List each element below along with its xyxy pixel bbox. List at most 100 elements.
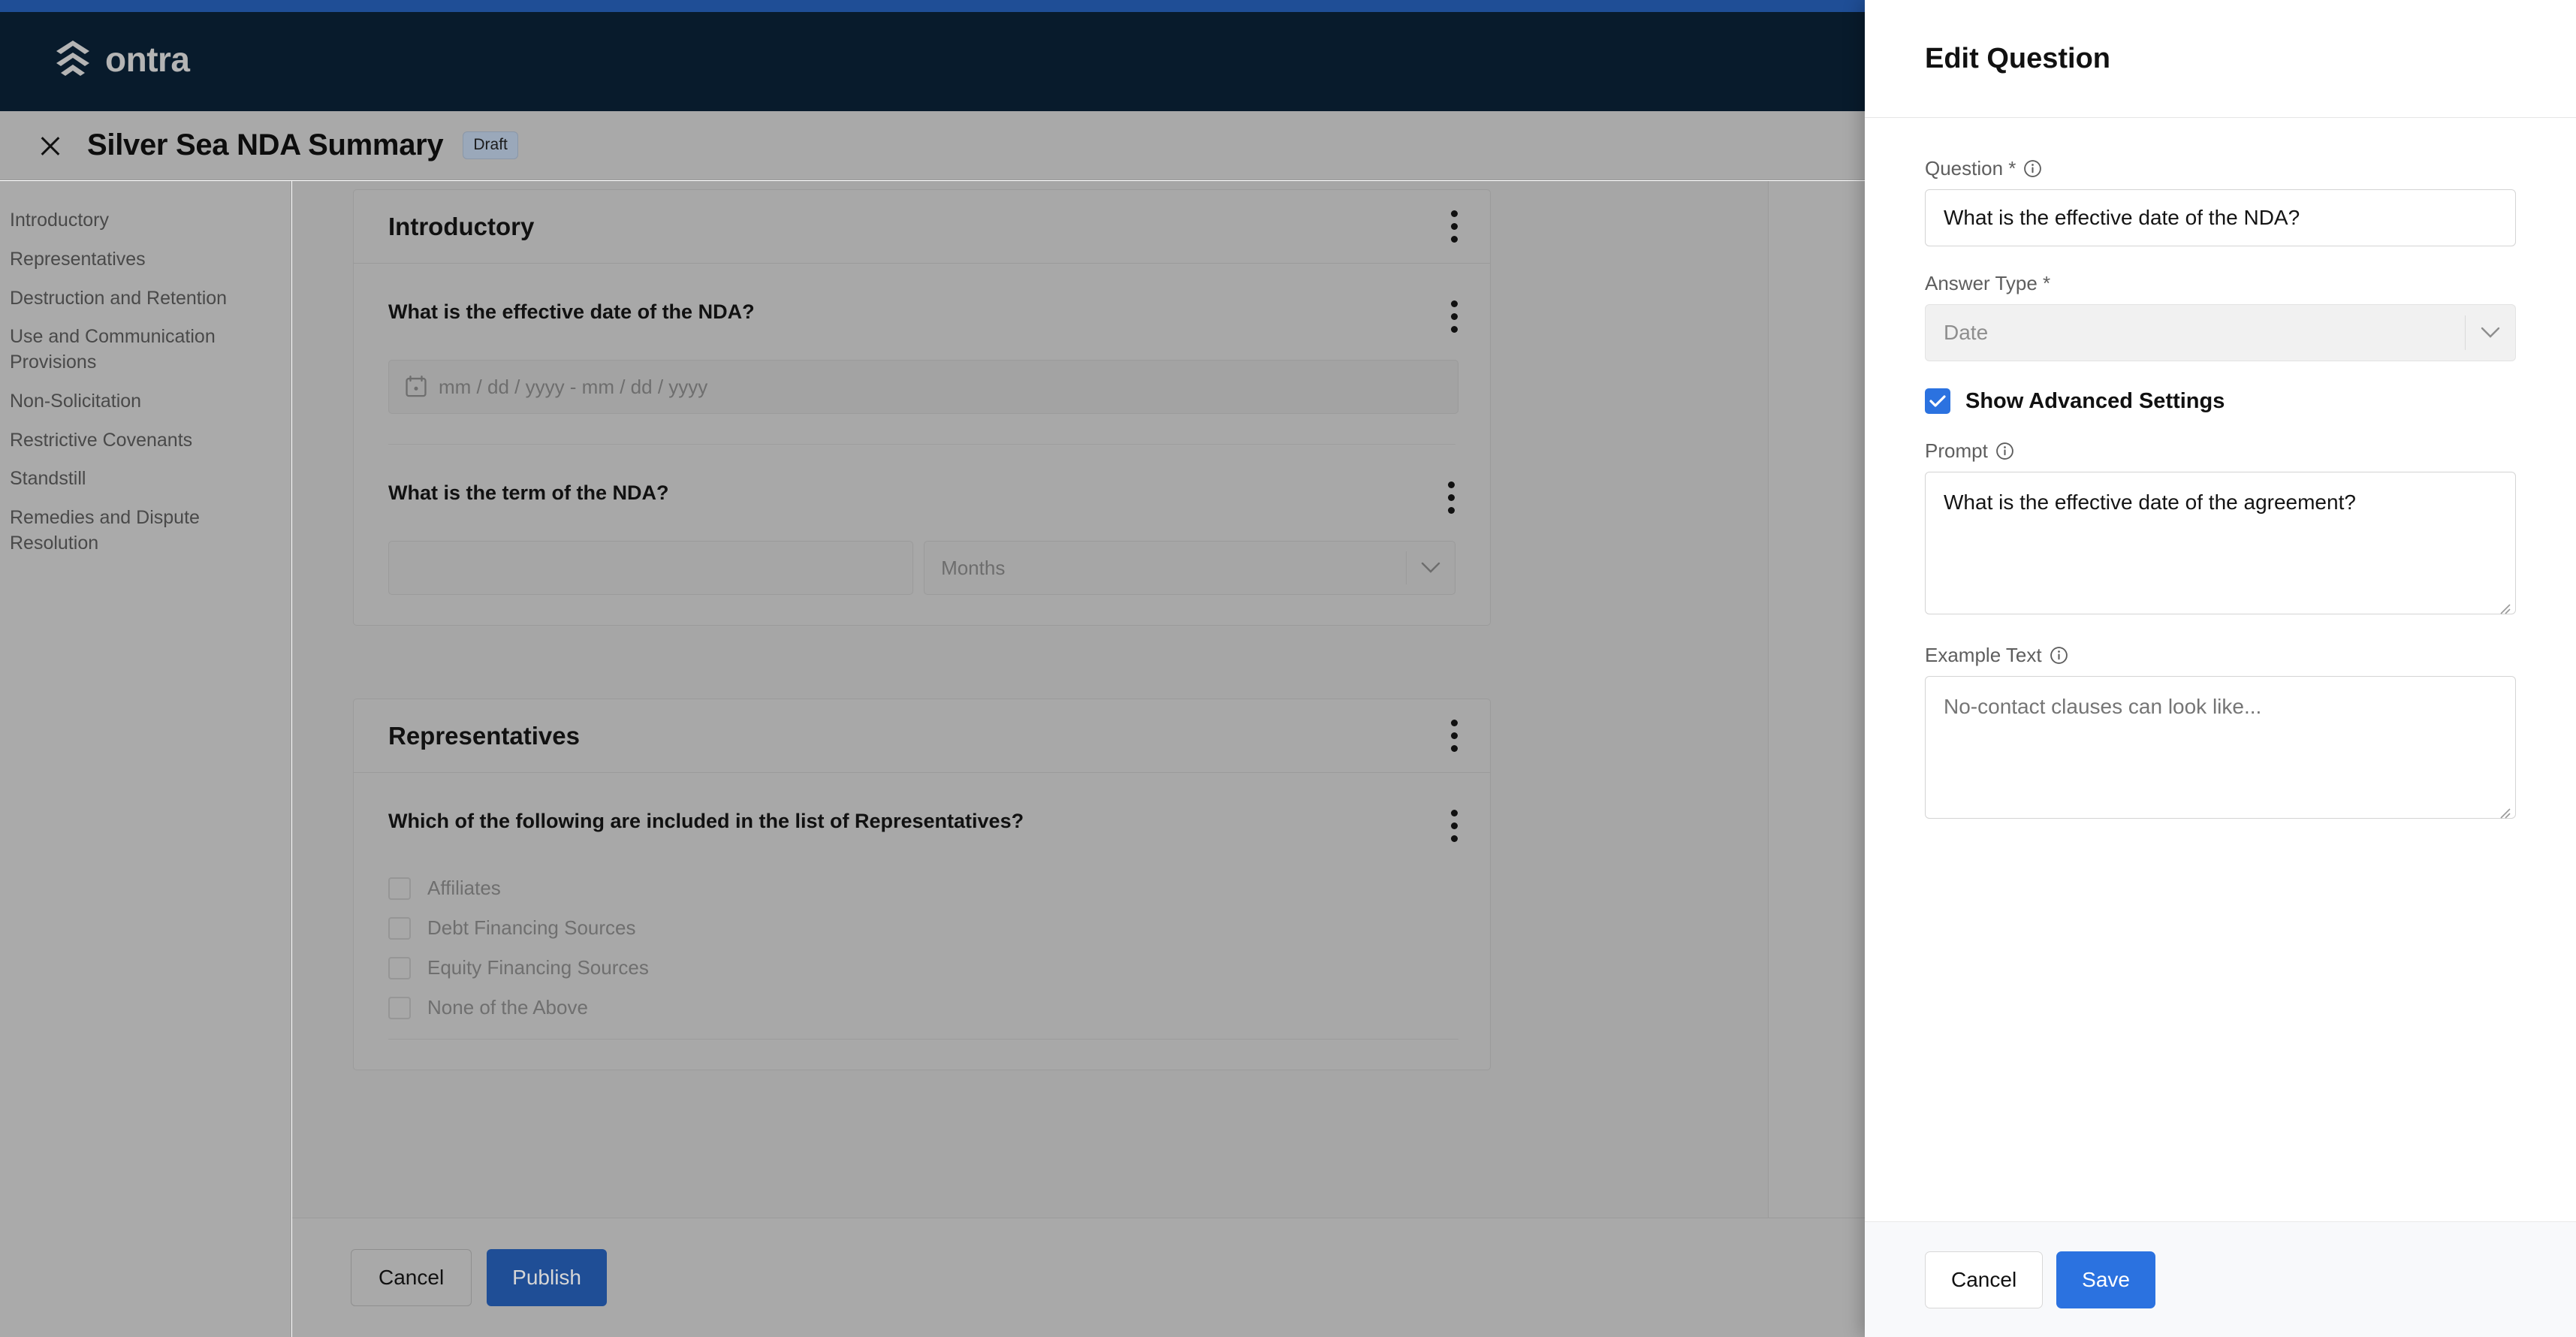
sidebar-item-introductory[interactable]: Introductory: [0, 208, 291, 234]
section-card-header: Representatives: [354, 699, 1490, 773]
resize-grip-icon[interactable]: [2496, 804, 2511, 819]
question-menu-icon[interactable]: [1451, 809, 1458, 844]
checkbox-checked-icon: [1925, 388, 1950, 414]
status-badge: Draft: [463, 131, 518, 159]
checkbox-row-equity-financing-sources[interactable]: Equity Financing Sources: [388, 956, 1458, 979]
checkbox-row-affiliates[interactable]: Affiliates: [388, 877, 1458, 900]
checkbox-label: Equity Financing Sources: [427, 956, 649, 979]
answer-type-label: Answer Type *: [1925, 272, 2050, 295]
question-menu-icon[interactable]: [1448, 481, 1455, 515]
term-unit-select[interactable]: Months: [924, 541, 1455, 595]
checkbox-icon: [388, 957, 411, 979]
question-block-representatives-list: Which of the following are included in t…: [354, 773, 1490, 1070]
question-menu-icon[interactable]: [1451, 300, 1458, 334]
edit-question-drawer: Edit Question Question * Answer Typ: [1865, 0, 2576, 1337]
example-text-label-row: Example Text: [1925, 644, 2516, 667]
checkbox-icon: [388, 917, 411, 940]
checkbox-label: Affiliates: [427, 877, 501, 900]
show-advanced-settings-label: Show Advanced Settings: [1965, 389, 2225, 414]
section-card-title: Introductory: [388, 213, 534, 241]
example-text-field-group: Example Text: [1925, 644, 2516, 822]
answer-type-field-group: Answer Type * Date: [1925, 272, 2516, 361]
brand-header: ontra: [0, 12, 1865, 111]
answer-type-select[interactable]: Date: [1925, 304, 2516, 361]
sidebar-item-remedies-and-dispute-resolution[interactable]: Remedies and Dispute Resolution: [0, 506, 291, 557]
info-icon[interactable]: [2050, 646, 2068, 665]
drawer-save-button[interactable]: Save: [2056, 1251, 2155, 1308]
prompt-field-group: Prompt: [1925, 439, 2516, 618]
question-header: Which of the following are included in t…: [388, 809, 1458, 844]
checkbox-group: Affiliates Debt Financing Sources Equity…: [388, 877, 1458, 1040]
ontra-chevrons-logo-icon: [54, 39, 92, 80]
calendar-icon: [406, 376, 427, 398]
example-text-textarea[interactable]: [1925, 676, 2516, 819]
prompt-textarea-wrap: [1925, 472, 2516, 618]
question-block-term: What is the term of the NDA? Months: [388, 444, 1455, 625]
term-unit-value: Months: [925, 557, 1005, 580]
question-field-group: Question *: [1925, 157, 2516, 246]
resize-grip-icon[interactable]: [2496, 600, 2511, 615]
document-title-bar: Silver Sea NDA Summary Draft: [0, 111, 1865, 180]
question-header: What is the effective date of the NDA?: [388, 300, 1458, 334]
date-range-placeholder: mm / dd / yyyy - mm / dd / yyyy: [439, 376, 707, 399]
page-title: Silver Sea NDA Summary: [87, 128, 443, 162]
example-text-label: Example Text: [1925, 644, 2042, 667]
info-icon[interactable]: [1995, 442, 2014, 460]
divider: [388, 1039, 1458, 1040]
prompt-textarea[interactable]: [1925, 472, 2516, 614]
question-input[interactable]: [1925, 189, 2516, 246]
term-number-input[interactable]: [388, 541, 913, 595]
drawer-header: Edit Question: [1865, 0, 2576, 118]
sidebar-item-destruction-and-retention[interactable]: Destruction and Retention: [0, 286, 291, 312]
form-footer: Cancel Publish: [292, 1218, 1865, 1337]
sidebar-item-non-solicitation[interactable]: Non-Solicitation: [0, 389, 291, 415]
prompt-label: Prompt: [1925, 439, 1988, 463]
drawer-body: Question * Answer Type * Date: [1865, 118, 2576, 1221]
close-icon[interactable]: [36, 131, 65, 160]
question-header: What is the term of the NDA?: [388, 481, 1455, 515]
drawer-cancel-button[interactable]: Cancel: [1925, 1251, 2043, 1308]
checkbox-label: None of the Above: [427, 996, 588, 1019]
show-advanced-settings-toggle[interactable]: Show Advanced Settings: [1925, 388, 2516, 414]
question-label: Which of the following are included in t…: [388, 809, 1024, 833]
section-card-title: Representatives: [388, 722, 580, 750]
section-card-introductory: Introductory What is the effective date …: [353, 189, 1491, 626]
sidebar-item-representatives[interactable]: Representatives: [0, 247, 291, 273]
checkbox-icon: [388, 997, 411, 1019]
question-field-label: Question *: [1925, 157, 2016, 180]
date-range-input[interactable]: mm / dd / yyyy - mm / dd / yyyy: [388, 360, 1458, 414]
section-menu-icon[interactable]: [1451, 210, 1458, 244]
checkbox-icon: [388, 877, 411, 900]
chevron-down-icon: [1407, 562, 1455, 574]
info-icon[interactable]: [2023, 159, 2042, 178]
cancel-button[interactable]: Cancel: [351, 1249, 472, 1306]
section-card-representatives: Representatives Which of the following a…: [353, 699, 1491, 1070]
publish-button[interactable]: Publish: [487, 1249, 607, 1306]
app-root: ontra Silver Sea NDA Summary Draft Intro…: [0, 0, 2576, 1337]
checkbox-row-none-of-the-above[interactable]: None of the Above: [388, 996, 1458, 1019]
sidebar-item-restrictive-covenants[interactable]: Restrictive Covenants: [0, 428, 291, 454]
brand-name: ontra: [105, 42, 190, 77]
brand-logo[interactable]: ontra: [54, 39, 190, 80]
answer-type-label-row: Answer Type *: [1925, 272, 2516, 295]
check-icon: [1929, 394, 1946, 408]
sidebar-item-standstill[interactable]: Standstill: [0, 466, 291, 492]
section-nav: Introductory Representatives Destruction…: [0, 181, 291, 1337]
question-block-effective-date: What is the effective date of the NDA? m…: [354, 264, 1490, 444]
checkbox-row-debt-financing-sources[interactable]: Debt Financing Sources: [388, 916, 1458, 940]
section-menu-icon[interactable]: [1451, 719, 1458, 753]
question-label: What is the term of the NDA?: [388, 481, 669, 505]
drawer-title: Edit Question: [1925, 43, 2110, 75]
checkbox-label: Debt Financing Sources: [427, 916, 635, 940]
drawer-footer: Cancel Save: [1865, 1221, 2576, 1337]
question-label: What is the effective date of the NDA?: [388, 300, 755, 324]
form-content-scroll[interactable]: Introductory What is the effective date …: [292, 181, 1865, 1337]
prompt-label-row: Prompt: [1925, 439, 2516, 463]
sidebar-item-use-and-communication-provisions[interactable]: Use and Communication Provisions: [0, 324, 291, 376]
example-textarea-wrap: [1925, 676, 2516, 822]
top-accent-strip: [0, 0, 1865, 12]
chevron-down-icon: [2466, 327, 2515, 339]
section-card-header: Introductory: [354, 190, 1490, 264]
answer-type-value: Date: [1926, 321, 1988, 345]
form-content: Introductory What is the effective date …: [292, 181, 1769, 1218]
